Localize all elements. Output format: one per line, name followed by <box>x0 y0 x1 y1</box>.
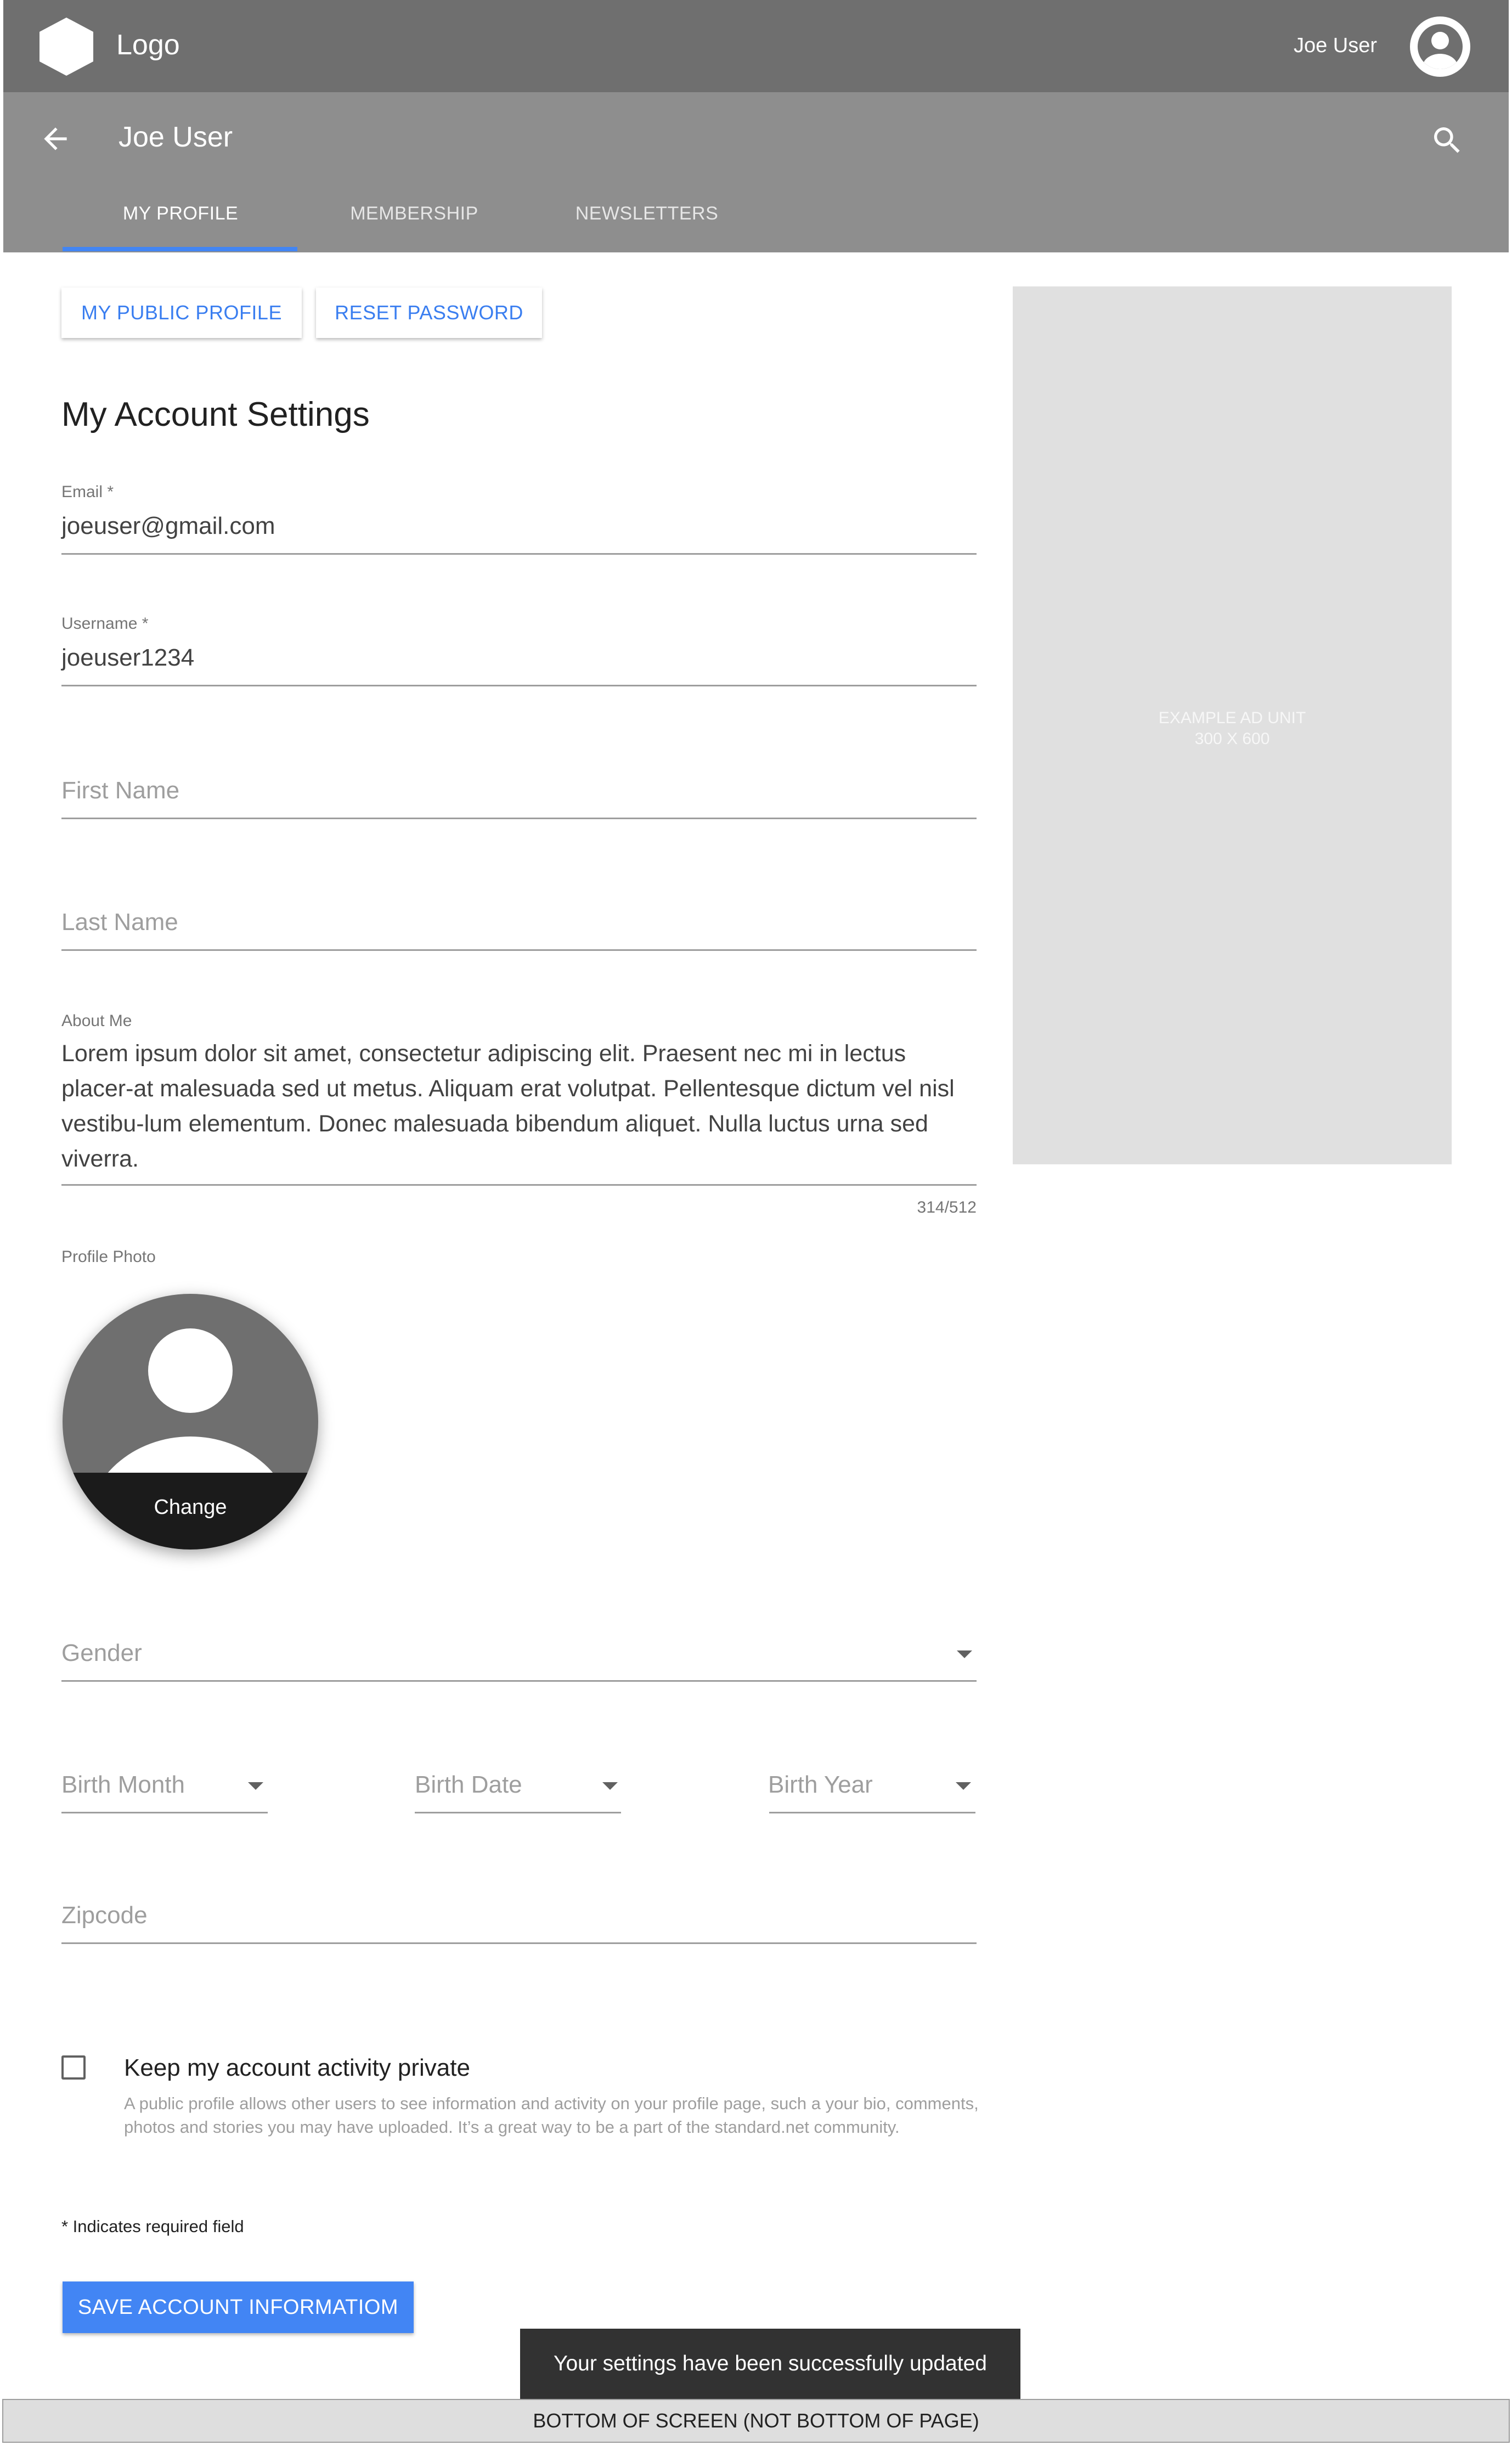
gender-underline <box>61 1680 977 1682</box>
birth-date-select[interactable]: Birth Date <box>415 1771 522 1799</box>
my-public-profile-button[interactable]: MY PUBLIC PROFILE <box>61 288 302 338</box>
username-field[interactable]: joeuser1234 <box>61 644 194 672</box>
save-account-button[interactable]: SAVE ACCOUNT INFORMATIOM <box>63 2281 414 2333</box>
privacy-checkbox-label[interactable]: Keep my account activity private <box>124 2054 470 2082</box>
privacy-checkbox[interactable] <box>61 2055 86 2080</box>
success-snackbar: Your settings have been successfully upd… <box>520 2329 1020 2399</box>
character-counter: 314/512 <box>917 1198 977 1216</box>
username-underline <box>61 685 977 686</box>
birth-year-underline <box>769 1812 975 1813</box>
birth-month-underline <box>61 1812 268 1813</box>
profile-photo-label: Profile Photo <box>61 1248 156 1266</box>
bottom-of-screen-marker: BOTTOM OF SCREEN (NOT BOTTOM OF PAGE) <box>2 2399 1510 2443</box>
current-user-name[interactable]: Joe User <box>1273 34 1377 58</box>
tab-newsletters[interactable]: NEWSLETTERS <box>529 203 765 224</box>
ad-unit-label: EXAMPLE AD UNIT 300 X 600 <box>1013 708 1452 750</box>
logo-label[interactable]: Logo <box>116 29 180 61</box>
tab-membership[interactable]: MEMBERSHIP <box>296 203 532 224</box>
hexagon-logo-icon[interactable] <box>40 18 93 76</box>
ad-unit-size: 300 X 600 <box>1194 730 1270 748</box>
ad-unit-title: EXAMPLE AD UNIT <box>1158 709 1306 727</box>
change-photo-label[interactable]: Change <box>63 1496 318 1519</box>
gender-select[interactable]: Gender <box>61 1640 142 1667</box>
section-heading: My Account Settings <box>61 396 370 433</box>
birth-month-select[interactable]: Birth Month <box>61 1771 185 1799</box>
about-me-underline <box>61 1184 977 1186</box>
arrow-back-icon[interactable] <box>38 122 72 156</box>
about-me-label: About Me <box>61 1012 132 1030</box>
arrow-drop-down-icon[interactable] <box>602 1782 618 1790</box>
reset-password-button[interactable]: RESET PASSWORD <box>316 288 542 338</box>
username-label: Username * <box>61 615 149 633</box>
first-name-underline <box>61 818 977 819</box>
page-title: Joe User <box>119 121 233 153</box>
arrow-drop-down-icon[interactable] <box>956 1782 971 1790</box>
profile-photo-picker[interactable]: Change <box>63 1294 318 1550</box>
last-name-underline <box>61 949 977 951</box>
last-name-field[interactable]: Last Name <box>61 909 178 936</box>
account-circle-icon[interactable] <box>1410 16 1470 77</box>
search-icon[interactable] <box>1430 123 1465 158</box>
privacy-help-text: A public profile allows other users to s… <box>124 2094 979 2137</box>
email-label: Email * <box>61 483 114 501</box>
email-underline <box>61 553 977 555</box>
required-field-note: * Indicates required field <box>61 2217 244 2236</box>
birth-year-select[interactable]: Birth Year <box>768 1771 873 1799</box>
arrow-drop-down-icon[interactable] <box>957 1650 972 1658</box>
arrow-drop-down-icon[interactable] <box>248 1782 263 1790</box>
profile-toolbar <box>3 92 1509 252</box>
zipcode-underline <box>61 1942 977 1944</box>
first-name-field[interactable]: First Name <box>61 777 179 804</box>
birth-date-underline <box>415 1812 621 1813</box>
email-field[interactable]: joeuser@gmail.com <box>61 512 275 540</box>
about-me-textarea[interactable]: Lorem ipsum dolor sit amet, consectetur … <box>61 1036 979 1176</box>
active-tab-indicator <box>63 247 297 251</box>
tab-my-profile[interactable]: MY PROFILE <box>63 203 298 224</box>
zipcode-field[interactable]: Zipcode <box>61 1902 148 1929</box>
